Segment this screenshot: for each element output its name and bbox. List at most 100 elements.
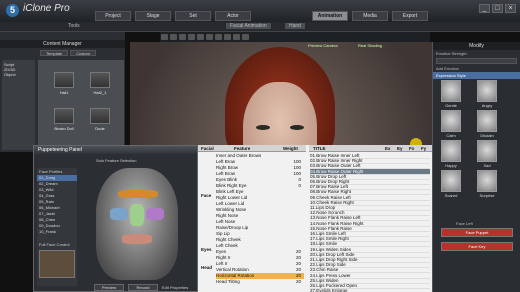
header-facial: Facial xyxy=(201,146,214,151)
expression-label: Happy xyxy=(445,163,457,168)
right-eye xyxy=(290,125,304,130)
morph-table-header: TITLE Ex Ey Fx Fy xyxy=(309,145,432,152)
thumbnail[interactable] xyxy=(90,72,110,88)
thumbnail[interactable] xyxy=(54,108,74,124)
expression-thumb[interactable] xyxy=(441,80,461,102)
expression-label: Sad xyxy=(483,163,491,168)
left-cheek-region[interactable] xyxy=(110,208,128,220)
face-puppet-button[interactable]: Face Puppet xyxy=(441,228,513,237)
expression-thumb[interactable] xyxy=(441,140,461,162)
maximize-button[interactable]: □ xyxy=(492,4,503,13)
group-eyes: Eyes xyxy=(201,247,212,252)
solo-feature-label: Solo Feature Selection xyxy=(96,158,137,163)
profile-item[interactable]: 10_Frank xyxy=(37,229,77,235)
full-face-control-label: Full Face Control xyxy=(39,242,70,247)
content-manager-title: Content Manager xyxy=(0,40,125,48)
thumbnail-label: Hat2_1 xyxy=(93,90,107,95)
move-icon[interactable] xyxy=(161,34,168,40)
feature-row-weight[interactable]: 20 xyxy=(283,279,301,285)
camera-icon[interactable] xyxy=(197,34,204,40)
add-emotion-label: Add Emotion xyxy=(436,66,459,71)
group-face: Face xyxy=(201,193,212,198)
preview-camera-label: Preview Camera xyxy=(308,43,338,48)
face-label: Face Left xyxy=(456,221,473,226)
orbit-icon[interactable] xyxy=(224,34,231,40)
morph-row[interactable]: 27.Eyelids Enlarge xyxy=(310,288,430,292)
header-weight: Weight xyxy=(283,146,298,151)
thumbnail[interactable] xyxy=(54,72,74,88)
full-face-control-grid[interactable] xyxy=(39,250,75,278)
puppeteering-title: Puppeteering Panel xyxy=(34,146,197,154)
header-ey: Ey xyxy=(397,146,403,151)
expression-label: Angry xyxy=(481,103,493,108)
feature-table-header: Facial Feature Weight xyxy=(198,145,306,152)
expression-label: Disdain xyxy=(480,133,494,138)
nose-region[interactable] xyxy=(130,204,144,226)
header-title: TITLE xyxy=(313,146,326,151)
edit-properties-label[interactable]: Edit Properties xyxy=(162,285,188,290)
select-icon[interactable] xyxy=(188,34,195,40)
title-bar: 5 iClone Pro _ □ × Project Stage Set Actor… xyxy=(0,0,520,22)
pan-icon[interactable] xyxy=(215,34,222,40)
expression-thumb[interactable] xyxy=(477,140,497,162)
expression-thumb[interactable] xyxy=(441,170,461,192)
modify-title: Modify xyxy=(433,42,520,50)
tab-stage[interactable]: Stage xyxy=(135,11,171,21)
shading-label: Real Shading xyxy=(358,43,383,48)
tab-media[interactable]: Media xyxy=(352,11,388,21)
expression-thumb[interactable] xyxy=(477,80,497,102)
expression-thumb[interactable] xyxy=(441,110,461,132)
light-icon[interactable] xyxy=(233,34,240,40)
scale-icon[interactable] xyxy=(179,34,186,40)
zoom-icon[interactable] xyxy=(206,34,213,40)
minimize-button[interactable]: _ xyxy=(479,4,490,13)
tab-actor[interactable]: Actor xyxy=(215,11,251,21)
window-controls: _ □ × xyxy=(477,4,516,13)
header-fy: Fy xyxy=(421,146,427,151)
tree-item[interactable]: Object xyxy=(4,72,33,77)
app-logo: 5 xyxy=(6,4,19,17)
thumbnail-label: Dude xyxy=(95,126,105,131)
app-name: iClone Pro xyxy=(23,3,70,14)
template-button[interactable]: Template xyxy=(40,50,69,56)
tools-label: Tools xyxy=(68,23,80,29)
preview-button[interactable]: Preview xyxy=(94,284,124,291)
expression-label: Gentle xyxy=(445,103,457,108)
hand-button[interactable]: Hand xyxy=(285,23,305,29)
right-cheek-region[interactable] xyxy=(146,208,164,220)
custom-button[interactable]: Custom xyxy=(70,50,97,56)
content-manager: Content Manager Template Custom Script 2D… xyxy=(0,32,125,152)
record-button[interactable]: Record xyxy=(128,284,158,291)
header-feature: Feature xyxy=(234,146,251,151)
brow-region[interactable] xyxy=(118,190,158,198)
face-profiles-label: Face Profiles xyxy=(39,169,63,174)
face-key-button[interactable]: Face Key xyxy=(441,242,513,251)
expression-style-label: Expression Style xyxy=(433,72,520,79)
thumbnail[interactable] xyxy=(90,108,110,124)
sub-toolbar: Tools Facial Animation Hand xyxy=(0,22,520,32)
tab-animation[interactable]: Animation xyxy=(312,11,348,21)
rotate-icon[interactable] xyxy=(170,34,177,40)
group-head: Head xyxy=(201,265,213,270)
puppet-face-preview[interactable] xyxy=(96,168,178,280)
expression-label: Calm xyxy=(446,133,456,138)
grid-icon[interactable] xyxy=(242,34,249,40)
tab-set[interactable]: Set xyxy=(175,11,211,21)
emotive-strength-label: Emotive Strength xyxy=(436,51,467,56)
facial-animation-button[interactable]: Facial Animation xyxy=(226,23,271,29)
tab-export[interactable]: Export xyxy=(392,11,428,21)
thumbnail-label: Hat1 xyxy=(59,90,69,95)
header-fx: Fx xyxy=(409,146,415,151)
expression-thumb[interactable] xyxy=(477,110,497,132)
content-thumbnails: Hat1 Hat2_1 Brown Doll Dude xyxy=(38,60,124,152)
emotive-strength-slider[interactable] xyxy=(436,58,517,64)
thumbnail-label: Brown Doll xyxy=(54,126,74,131)
tab-project[interactable]: Project xyxy=(95,11,131,21)
face-profiles-list: Face Profiles 01_Dong 02_Dream 03_Wild 0… xyxy=(37,168,77,286)
header-ex: Ex xyxy=(385,146,391,151)
left-eye xyxy=(256,125,270,130)
expression-thumb[interactable] xyxy=(477,170,497,192)
close-button[interactable]: × xyxy=(505,4,516,13)
mouth-region[interactable] xyxy=(122,234,152,244)
expression-label: Surprise xyxy=(479,193,495,198)
